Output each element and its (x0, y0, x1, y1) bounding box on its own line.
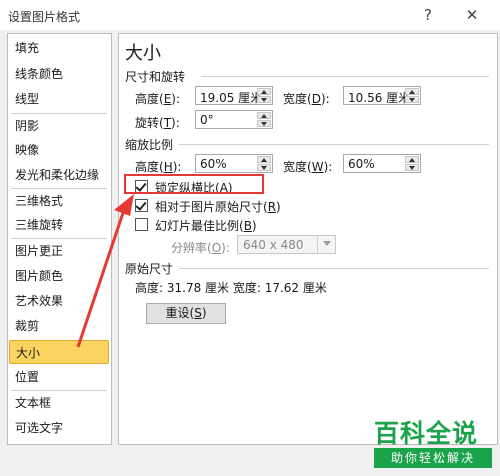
watermark-main-text: 百科全说 (374, 419, 479, 448)
annotation-arrow-icon (76, 194, 134, 348)
watermark-logo: 百科全说 助你轻松解决 (370, 412, 498, 474)
watermark-sub-text: 助你轻松解决 (374, 448, 492, 468)
